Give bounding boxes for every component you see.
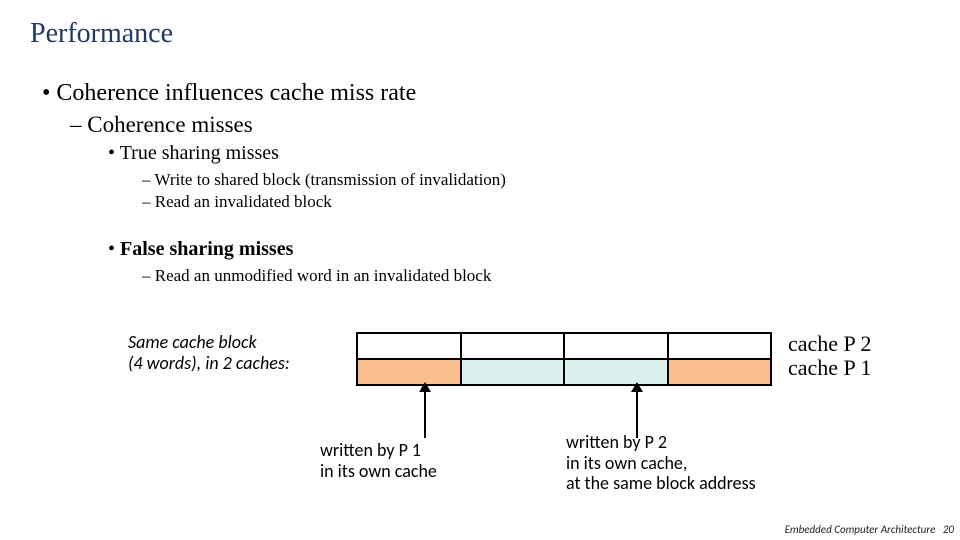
cache-word-cell (563, 358, 669, 386)
bullet-ndash-icon: – (142, 192, 151, 212)
bullet-level4-write-shared: – Write to shared block (transmission of… (142, 170, 506, 190)
bullet-l2-text: Coherence misses (87, 112, 252, 137)
slide-title: Performance (30, 18, 173, 50)
bullet-level2: – Coherence misses (70, 112, 253, 138)
bullet-dash-icon: – (70, 112, 82, 138)
cache-word-cell (356, 332, 462, 360)
caption-written-by-p2: written by P 2 in its own cache, at the … (566, 432, 756, 494)
slide: Performance • Coherence influences cache… (0, 0, 960, 540)
bullet-l4a-text: Write to shared block (transmission of i… (154, 170, 506, 189)
bullet-l4c-text: Read an unmodified word in an invalidate… (155, 266, 492, 285)
caption1-line1: written by P 1 (320, 440, 437, 461)
cache-word-cell (356, 358, 462, 386)
bullet-ndash-icon: – (142, 266, 151, 286)
caption-written-by-p1: written by P 1 in its own cache (320, 440, 437, 481)
bullet-level1: • Coherence influences cache miss rate (42, 80, 416, 107)
bullet-level3-false-sharing: • False sharing misses (108, 238, 293, 261)
bullet-ndash-icon: – (142, 170, 151, 190)
cache-word-cell (460, 358, 566, 386)
same-block-line1: Same cache block (128, 332, 290, 353)
slide-footer: Embedded Computer Architecture 20 (785, 523, 954, 536)
cache-word-cell (667, 358, 773, 386)
bullet-level4-read-unmodified: – Read an unmodified word in an invalida… (142, 266, 491, 286)
arrow-up-icon (424, 390, 426, 438)
bullet-l1-text: Coherence influences cache miss rate (56, 80, 416, 106)
same-block-line2: (4 words), in 2 caches: (128, 353, 290, 374)
cache-p2-label: cache P 2 (788, 332, 871, 356)
footer-label: Embedded Computer Architecture (785, 523, 936, 536)
bullet-l3a-text: True sharing misses (120, 142, 279, 164)
cache-row-p2 (356, 332, 772, 360)
caption1-line2: in its own cache (320, 461, 437, 482)
bullet-l3b-text: False sharing misses (120, 238, 293, 260)
footer-page-number: 20 (943, 523, 954, 536)
same-cache-block-label: Same cache block (4 words), in 2 caches: (128, 332, 290, 373)
cache-word-cell (667, 332, 773, 360)
bullet-dot-icon: • (108, 238, 115, 261)
bullet-l4b-text: Read an invalidated block (155, 192, 332, 211)
bullet-level4-read-invalidated: – Read an invalidated block (142, 192, 332, 212)
cache-word-cell (563, 332, 669, 360)
cache-word-cell (460, 332, 566, 360)
caption2-line3: at the same block address (566, 473, 756, 494)
bullet-level3-true-sharing: • True sharing misses (108, 142, 279, 165)
cache-p1-label: cache P 1 (788, 356, 871, 380)
caption2-line1: written by P 2 (566, 432, 756, 453)
bullet-dot-icon: • (108, 142, 115, 165)
caption2-line2: in its own cache, (566, 453, 756, 474)
bullet-dot-icon: • (42, 80, 50, 107)
cache-labels: cache P 2 cache P 1 (788, 332, 871, 380)
